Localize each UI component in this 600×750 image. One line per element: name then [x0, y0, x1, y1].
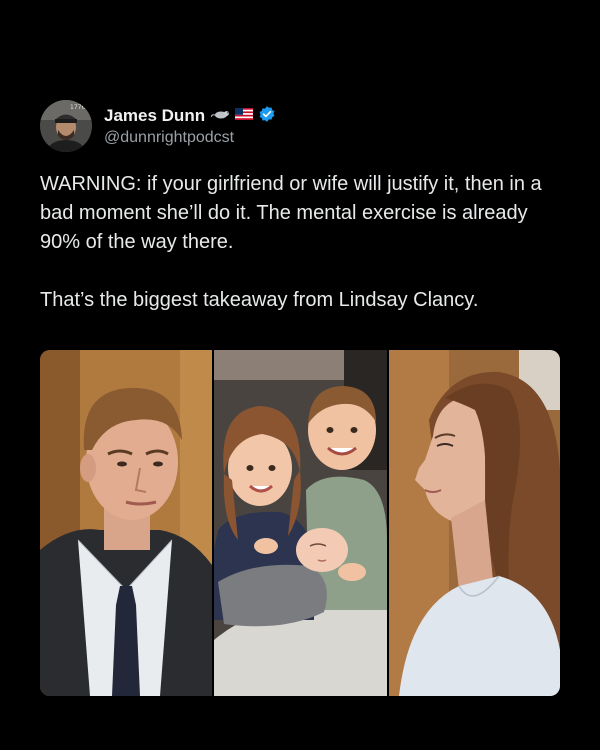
tweet-card: 1776 James Dunn @dunnrightpodcst WARNING…: [40, 96, 560, 315]
rodent-emoji-icon: [210, 107, 231, 125]
display-name[interactable]: James Dunn: [104, 106, 205, 126]
author-handle[interactable]: @dunnrightpodcst: [104, 129, 276, 147]
tweet-paragraph: WARNING: if your girlfriend or wife will…: [40, 173, 542, 253]
author-names: James Dunn @dunnrightpodcst: [104, 105, 276, 147]
avatar-image: 1776: [40, 100, 92, 152]
avatar[interactable]: 1776: [40, 100, 92, 152]
photo-woman-profile[interactable]: [389, 350, 560, 696]
verified-badge-icon[interactable]: [258, 105, 276, 128]
tweet-text: WARNING: if your girlfriend or wife will…: [40, 170, 560, 315]
tweet-media-grid[interactable]: [40, 350, 560, 696]
tweet-paragraph: That’s the biggest takeaway from Lindsay…: [40, 289, 479, 311]
photo-man-in-suit[interactable]: [40, 350, 212, 696]
svg-text:1776: 1776: [70, 104, 85, 111]
name-row: James Dunn: [104, 105, 276, 127]
us-flag-emoji-icon: [235, 107, 254, 125]
photo-three-children[interactable]: [214, 350, 387, 696]
tweet-header: 1776 James Dunn @dunnrightpodcst: [40, 96, 560, 156]
